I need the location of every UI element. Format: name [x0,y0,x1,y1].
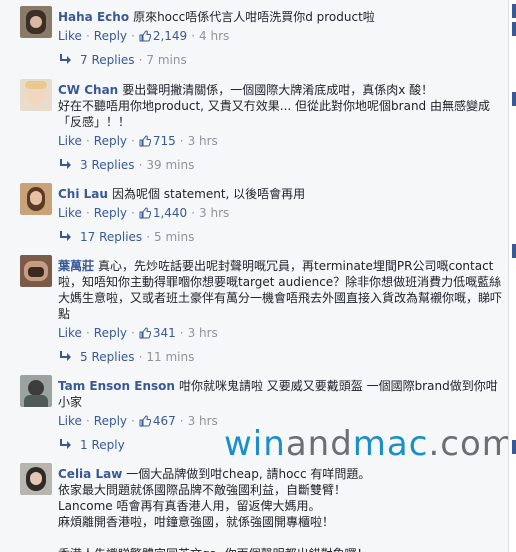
comment-body: Celia Law 一個大品牌做到咁cheap, 請hocc 有咩問題。 依家最大… [58,466,502,552]
reply-arrow-icon [60,231,71,241]
comment-body: Tam Enson Enson 咁你就咪鬼請啦 又要威又要戴頭盔 一個國際bran… [58,378,502,410]
avatar[interactable] [20,463,52,495]
comment-author-link[interactable]: Haha Echo [58,10,129,24]
thumbs-up-icon [139,207,151,219]
view-replies-link[interactable]: 5 Replies · 11 mins [58,349,194,365]
comment-author-link[interactable]: Celia Law [58,467,122,481]
comment-author-link[interactable]: CW Chan [58,83,118,97]
comment-body: Chi Lau 因為呢個 statement, 以後唔會再用 [58,186,502,202]
reply-arrow-icon [60,54,71,64]
comment-actions: Like · Reply · 341 · 3 hrs [58,326,218,340]
reply-link[interactable]: Reply [94,206,127,220]
like-count[interactable]: 715 [139,134,176,148]
comment-text: 真心，先炒咗話要出呢封聲明嘅冗員，再terminate埋間PR公司嘅contac… [58,259,503,321]
thumbs-up-icon [139,30,151,42]
reply-link[interactable]: Reply [94,134,127,148]
thumbs-up-icon [139,135,151,147]
comment-actions: Like · Reply · 715 · 3 hrs [58,134,218,148]
timestamp[interactable]: 3 hrs [188,134,218,148]
comment-text: 原來hocc唔係代言人咁唔洗買你d product啦 [133,10,375,24]
thumbs-up-icon [139,415,151,427]
reply-arrow-icon [60,439,71,449]
comments-section: Haha Echo 原來hocc唔係代言人咁唔洗買你d product啦 Like… [0,0,508,552]
comment-body: 葉萬莊 真心，先炒咗話要出呢封聲明嘅冗員，再terminate埋間PR公司嘅con… [58,258,502,322]
reply-link[interactable]: Reply [94,326,127,340]
reply-link[interactable]: Reply [94,414,127,428]
view-replies-link[interactable]: 17 Replies · 5 mins [58,229,194,245]
comment-actions: Like · Reply · 2,149 · 4 hrs [58,29,230,43]
timestamp[interactable]: 3 hrs [199,206,229,220]
reply-arrow-icon [60,159,71,169]
reply-arrow-icon [60,351,71,361]
like-count[interactable]: 341 [139,326,176,340]
right-sidebar-edge [508,0,516,552]
like-count[interactable]: 2,149 [139,29,187,43]
timestamp[interactable]: 3 hrs [188,326,218,340]
like-link[interactable]: Like [58,326,82,340]
comment-text: 因為呢個 statement, 以後唔會再用 [111,187,306,201]
comment-author-link[interactable]: Chi Lau [58,187,108,201]
comment-author-link[interactable]: 葉萬莊 [58,259,94,273]
avatar[interactable] [20,6,52,38]
avatar[interactable] [20,255,52,287]
avatar[interactable] [20,375,52,407]
view-replies-link[interactable]: 3 Replies · 39 mins [58,157,194,173]
comment-text: 要出聲明撇清關係，一個國際大牌淆底成咁，真係肉x 酸！ 好在不聽唔用你地prod… [58,83,490,129]
like-link[interactable]: Like [58,206,82,220]
avatar[interactable] [20,183,52,215]
like-count[interactable]: 1,440 [139,206,187,220]
comment-body: Haha Echo 原來hocc唔係代言人咁唔洗買你d product啦 [58,9,502,25]
timestamp[interactable]: 3 hrs [188,414,218,428]
like-count[interactable]: 467 [139,414,176,428]
reply-link[interactable]: Reply [94,29,127,43]
watermark: winandmac.com [224,424,508,464]
timestamp[interactable]: 4 hrs [199,29,229,43]
like-link[interactable]: Like [58,134,82,148]
like-link[interactable]: Like [58,29,82,43]
view-replies-link[interactable]: 7 Replies · 7 mins [58,52,187,68]
avatar[interactable] [20,79,52,111]
view-replies-link[interactable]: 1 Reply [58,437,125,453]
like-link[interactable]: Like [58,414,82,428]
comment-author-link[interactable]: Tam Enson Enson [58,379,175,393]
thumbs-up-icon [139,327,151,339]
comment-actions: Like · Reply · 467 · 3 hrs [58,414,218,428]
comment-body: CW Chan 要出聲明撇清關係，一個國際大牌淆底成咁，真係肉x 酸！ 好在不聽唔… [58,82,502,130]
comment-actions: Like · Reply · 1,440 · 3 hrs [58,206,230,220]
